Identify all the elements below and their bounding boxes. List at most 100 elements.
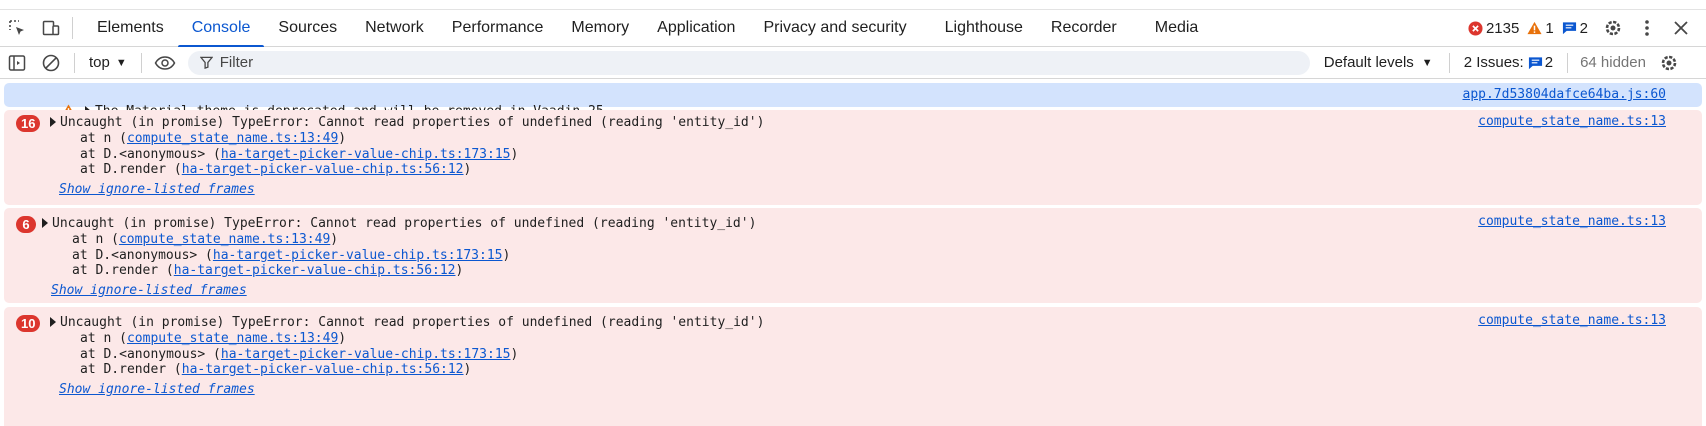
error-text: Uncaught (in promise) TypeError: Cannot … bbox=[60, 115, 765, 130]
tab-application[interactable]: Application bbox=[643, 10, 749, 47]
filter-icon bbox=[199, 56, 213, 69]
show-ignore-listed-frames-link[interactable]: Show ignore-listed frames bbox=[59, 182, 255, 197]
error-source-link[interactable]: compute_state_name.ts:13 bbox=[1478, 312, 1666, 329]
more-options-button[interactable] bbox=[1630, 10, 1664, 47]
issues-count-value: 2 bbox=[1544, 54, 1554, 71]
info-count[interactable]: 2 bbox=[1562, 20, 1588, 37]
kebab-menu-icon bbox=[1645, 20, 1649, 36]
issues-label: 2 Issues: bbox=[1463, 54, 1524, 71]
log-levels-dropdown[interactable]: Default levels ▼ bbox=[1324, 54, 1443, 71]
toolbar-separator bbox=[74, 52, 75, 73]
error-text: Uncaught (in promise) TypeError: Cannot … bbox=[52, 216, 757, 231]
error-row: Uncaught (in promise) TypeError: Cannot … bbox=[42, 215, 1702, 232]
chevron-down-icon: ▼ bbox=[115, 56, 127, 69]
repeat-count-badge: 6 bbox=[16, 216, 36, 233]
tab-sources[interactable]: Sources bbox=[264, 10, 351, 47]
close-icon bbox=[1674, 21, 1688, 35]
sidebar-toggle-icon bbox=[8, 54, 26, 71]
repeat-count-badge: 16 bbox=[16, 115, 41, 132]
eye-icon bbox=[154, 55, 176, 70]
console-error-message[interactable]: 10 Uncaught (in promise) TypeError: Cann… bbox=[4, 307, 1702, 426]
show-ignore-listed-frames-link[interactable]: Show ignore-listed frames bbox=[51, 283, 247, 298]
show-ignore-listed-frames-link[interactable]: Show ignore-listed frames bbox=[59, 382, 255, 397]
console-error-message[interactable]: 16 Uncaught (in promise) TypeError: Cann… bbox=[4, 110, 1702, 205]
stack-frame-link[interactable]: ha-target-picker-value-chip.ts:56:12 bbox=[174, 263, 456, 278]
toolbar-separator bbox=[1567, 52, 1569, 73]
window-top-edge bbox=[0, 0, 1706, 10]
chevron-down-icon: ▼ bbox=[1421, 56, 1433, 69]
stack-frame: at n (compute_state_name.ts:13:49) bbox=[72, 232, 339, 247]
stack-frame-link[interactable]: compute_state_name.ts:13:49 bbox=[127, 331, 338, 346]
expand-triangle-icon[interactable] bbox=[50, 117, 56, 127]
live-expression-button[interactable] bbox=[148, 47, 182, 79]
tab-media[interactable]: Media bbox=[1141, 10, 1213, 47]
filter-input[interactable] bbox=[219, 54, 1280, 71]
stack-frame: at n (compute_state_name.ts:13:49) bbox=[80, 331, 347, 346]
error-row: Uncaught (in promise) TypeError: Cannot … bbox=[50, 314, 1702, 331]
context-selector-label: top bbox=[89, 54, 110, 71]
error-count[interactable]: 2135 bbox=[1468, 20, 1519, 37]
context-selector[interactable]: top ▼ bbox=[81, 54, 135, 71]
toolbar-separator bbox=[140, 52, 142, 73]
stack-frame-link[interactable]: ha-target-picker-value-chip.ts:173:15 bbox=[213, 248, 503, 263]
error-source-link[interactable]: compute_state_name.ts:13 bbox=[1478, 113, 1666, 130]
console-messages: The Material theme is deprecated and wil… bbox=[0, 80, 1706, 426]
device-toolbar-icon[interactable] bbox=[34, 10, 68, 47]
ignore-listed-row: Show ignore-listed frames bbox=[51, 282, 1702, 299]
issues-button[interactable]: 2 Issues: 2 bbox=[1456, 54, 1561, 71]
tab-network[interactable]: Network bbox=[351, 10, 438, 47]
tab-privacy-and-security[interactable]: Privacy and security bbox=[749, 10, 930, 47]
show-sidebar-button[interactable] bbox=[0, 47, 34, 79]
message-icon bbox=[1562, 22, 1576, 35]
expand-triangle-icon[interactable] bbox=[42, 218, 48, 228]
ignore-listed-row: Show ignore-listed frames bbox=[59, 181, 1702, 198]
message-icon bbox=[1528, 56, 1542, 69]
log-levels-label: Default levels bbox=[1323, 54, 1414, 71]
console-warning-message[interactable]: The Material theme is deprecated and wil… bbox=[4, 83, 1702, 119]
repeat-count-badge: 10 bbox=[16, 315, 41, 332]
tab-elements[interactable]: Elements bbox=[83, 10, 178, 47]
error-count-value: 2135 bbox=[1485, 19, 1520, 37]
stack-frame: at n (compute_state_name.ts:13:49) bbox=[80, 131, 347, 146]
expand-triangle-icon[interactable] bbox=[50, 317, 56, 327]
stack-frame-link[interactable]: ha-target-picker-value-chip.ts:173:15 bbox=[221, 347, 511, 362]
stack-frame-link[interactable]: compute_state_name.ts:13:49 bbox=[127, 131, 338, 146]
warning-icon bbox=[1527, 21, 1542, 35]
devtools-tab-bar: Elements Console Sources Network Perform… bbox=[0, 10, 1706, 48]
warning-count-value: 1 bbox=[1545, 19, 1554, 37]
issues-count: 2 bbox=[1528, 54, 1553, 71]
hidden-messages-count: 64 hidden bbox=[1580, 54, 1646, 71]
gear-icon bbox=[1605, 20, 1621, 36]
filter-box[interactable] bbox=[187, 50, 1310, 75]
stack-frame: at D.render (ha-target-picker-value-chip… bbox=[72, 263, 464, 278]
tab-performance[interactable]: Performance bbox=[438, 10, 558, 47]
tab-console[interactable]: Console bbox=[177, 10, 265, 48]
clear-console-button[interactable] bbox=[34, 47, 68, 79]
settings-button[interactable] bbox=[1596, 10, 1630, 47]
error-source-link[interactable]: compute_state_name.ts:13 bbox=[1478, 213, 1666, 230]
stack-frame-link[interactable]: ha-target-picker-value-chip.ts:56:12 bbox=[182, 162, 464, 177]
warning-source-link[interactable]: app.7d53804dafce64ba.js:60 bbox=[1463, 86, 1667, 103]
gear-icon bbox=[1661, 55, 1677, 70]
warning-count[interactable]: 1 bbox=[1527, 19, 1554, 37]
error-text: Uncaught (in promise) TypeError: Cannot … bbox=[60, 315, 765, 330]
tab-recorder[interactable]: Recorder bbox=[1037, 10, 1141, 47]
close-devtools-button[interactable] bbox=[1664, 10, 1698, 47]
console-settings-button[interactable] bbox=[1652, 47, 1686, 79]
tab-memory[interactable]: Memory bbox=[557, 10, 643, 47]
toolbar-separator bbox=[1448, 52, 1450, 73]
clear-icon bbox=[42, 54, 60, 71]
console-error-message[interactable]: 6 Uncaught (in promise) TypeError: Canno… bbox=[4, 208, 1702, 303]
stack-frame: at D.render (ha-target-picker-value-chip… bbox=[80, 162, 472, 177]
stack-frame-link[interactable]: ha-target-picker-value-chip.ts:56:12 bbox=[182, 362, 464, 377]
stack-frame-link[interactable]: compute_state_name.ts:13:49 bbox=[119, 232, 330, 247]
error-row: Uncaught (in promise) TypeError: Cannot … bbox=[50, 114, 1702, 131]
error-icon bbox=[1468, 20, 1483, 36]
tab-separator bbox=[72, 17, 73, 39]
info-count-value: 2 bbox=[1579, 19, 1588, 37]
inspect-element-icon[interactable] bbox=[0, 10, 34, 47]
console-toolbar: top ▼ Default levels ▼ 2 Issues: 2 64 hi… bbox=[0, 47, 1706, 79]
warning-row: The Material theme is deprecated and wil… bbox=[14, 86, 1702, 119]
stack-frame-link[interactable]: ha-target-picker-value-chip.ts:173:15 bbox=[221, 147, 511, 162]
tab-lighthouse[interactable]: Lighthouse bbox=[931, 10, 1037, 47]
